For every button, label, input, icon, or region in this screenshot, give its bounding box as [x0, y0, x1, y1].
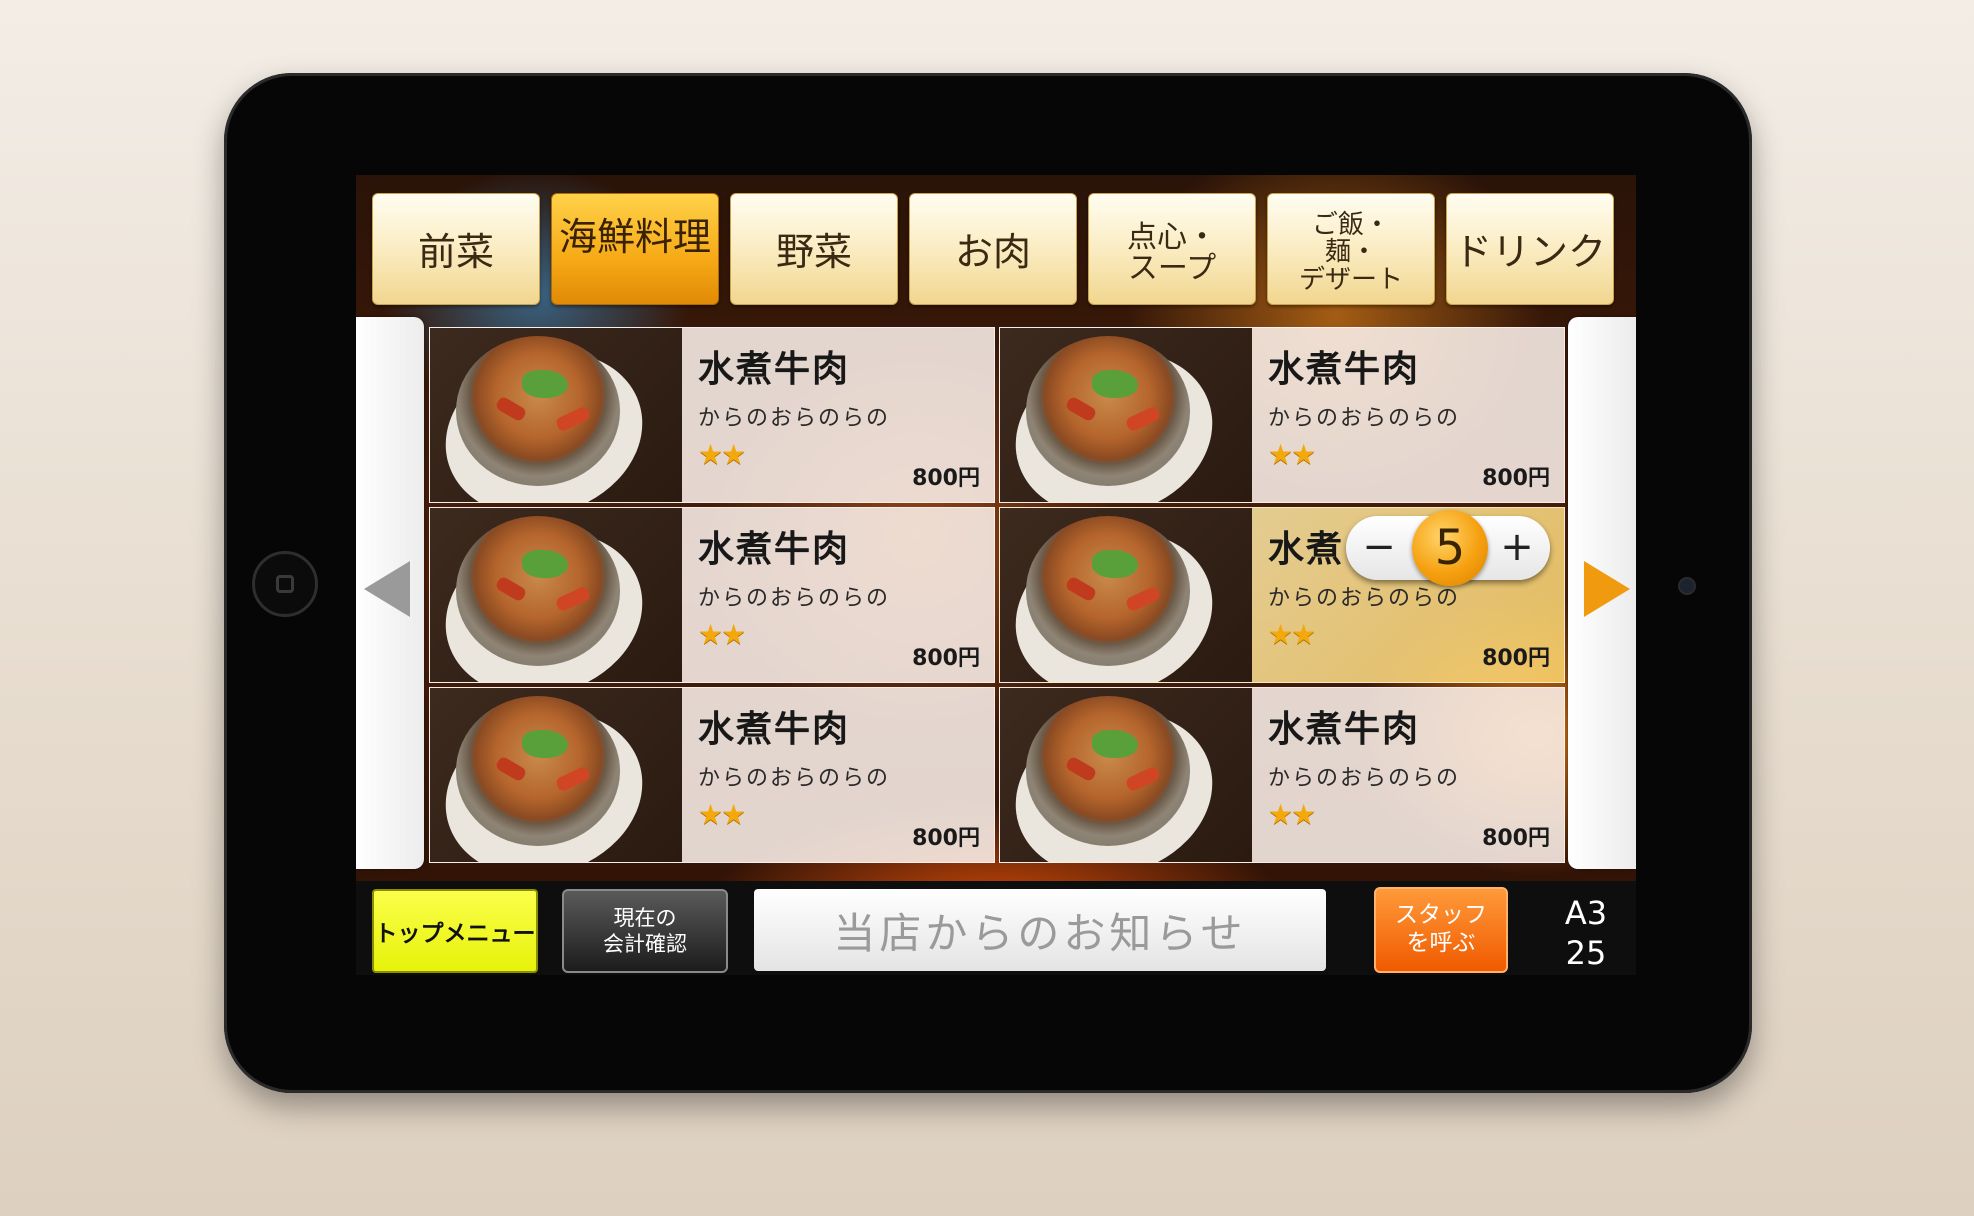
dish-price: 800円 [1482, 646, 1550, 671]
dish-name: 水煮牛肉 [698, 349, 851, 390]
app-screen: 前菜 海鮮料理 野菜 お肉 点心・ スープ ご飯・ 麺・ デザート ドリンク 水… [356, 175, 1636, 975]
category-tabs: 前菜 海鮮料理 野菜 お肉 点心・ スープ ご飯・ 麺・ デザート ドリンク [372, 193, 1614, 305]
dish-photo [1000, 688, 1252, 862]
dish-price: 800円 [912, 466, 980, 491]
check-bill-button[interactable]: 現在の 会計確認 [562, 889, 728, 973]
table-id: A3 [1564, 894, 1608, 932]
quantity-stepper: − 5 + [1346, 510, 1550, 586]
table-number: 25 [1565, 934, 1607, 972]
dish-price: 800円 [1482, 466, 1550, 491]
menu-item-card[interactable]: 水煮牛肉 からのおらのらの ★★ 800円 [429, 687, 995, 863]
dish-price: 800円 [912, 826, 980, 851]
bottom-toolbar: トップメニュー 現在の 会計確認 当店からのお知らせ スタッフ を呼ぶ A3 25 [356, 881, 1636, 975]
tab-seafood[interactable]: 海鮮料理 [551, 193, 719, 305]
tab-rice-noodle-dessert[interactable]: ご飯・ 麺・ デザート [1267, 193, 1435, 305]
dish-price: 800円 [1482, 826, 1550, 851]
dish-description: からのおらのらの [1268, 766, 1461, 791]
menu-item-card[interactable]: 水煮牛肉 からのおらのらの ★★ 800円 [429, 507, 995, 683]
notice-button[interactable]: 当店からのお知らせ [754, 889, 1326, 971]
dish-description: からのおらのらの [698, 586, 891, 611]
next-page-button[interactable] [1568, 317, 1636, 869]
quantity-minus-button[interactable]: − [1354, 522, 1404, 572]
tab-appetizer[interactable]: 前菜 [372, 193, 540, 305]
dish-photo [1000, 328, 1252, 502]
dish-name: 水煮牛肉 [698, 529, 851, 570]
quantity-value: 5 [1412, 510, 1488, 586]
menu-item-card[interactable]: 水煮牛肉 からのおらのらの ★★ 800円 [999, 327, 1565, 503]
dish-photo [430, 508, 682, 682]
dish-photo [430, 328, 682, 502]
dish-name: 水煮牛肉 [698, 709, 851, 750]
table-info: A3 25 [1546, 893, 1626, 973]
call-staff-label-line1: スタッフ [1395, 902, 1487, 929]
dish-photo [1000, 508, 1252, 682]
check-bill-label-line1: 現在の [613, 905, 677, 930]
top-menu-button[interactable]: トップメニュー [372, 889, 538, 973]
camera-icon [1678, 577, 1696, 595]
menu-item-card[interactable]: 水煮牛肉 からのおらのらの ★★ 800円 [429, 327, 995, 503]
tab-dimsum-soup[interactable]: 点心・ スープ [1088, 193, 1256, 305]
dish-description: からのおらのらの [1268, 406, 1461, 431]
dish-price: 800円 [912, 646, 980, 671]
menu-item-card-selected[interactable]: 水煮 からのおらのらの ★★ 800円 − 5 + [999, 507, 1565, 683]
menu-item-card[interactable]: 水煮牛肉 からのおらのらの ★★ 800円 [999, 687, 1565, 863]
home-button[interactable] [252, 551, 318, 617]
dish-name: 水煮牛肉 [1268, 709, 1421, 750]
quantity-plus-button[interactable]: + [1492, 522, 1542, 572]
dish-photo [430, 688, 682, 862]
call-staff-label-line2: を呼ぶ [1406, 930, 1476, 956]
tab-vegetables[interactable]: 野菜 [730, 193, 898, 305]
menu-grid: 水煮牛肉 からのおらのらの ★★ 800円 水煮牛肉 からのおらのらの ★★ 8… [429, 327, 1565, 863]
left-arrow-icon [364, 561, 410, 617]
check-bill-label-line2: 会計確認 [603, 932, 687, 956]
tab-meat[interactable]: お肉 [909, 193, 1077, 305]
call-staff-button[interactable]: スタッフ を呼ぶ [1374, 887, 1508, 973]
prev-page-button[interactable] [356, 317, 424, 869]
right-arrow-icon [1584, 561, 1630, 617]
dish-name: 水煮牛肉 [1268, 349, 1421, 390]
dish-description: からのおらのらの [1268, 586, 1461, 611]
dish-description: からのおらのらの [698, 766, 891, 791]
dish-description: からのおらのらの [698, 406, 891, 431]
tab-drink[interactable]: ドリンク [1446, 193, 1614, 305]
